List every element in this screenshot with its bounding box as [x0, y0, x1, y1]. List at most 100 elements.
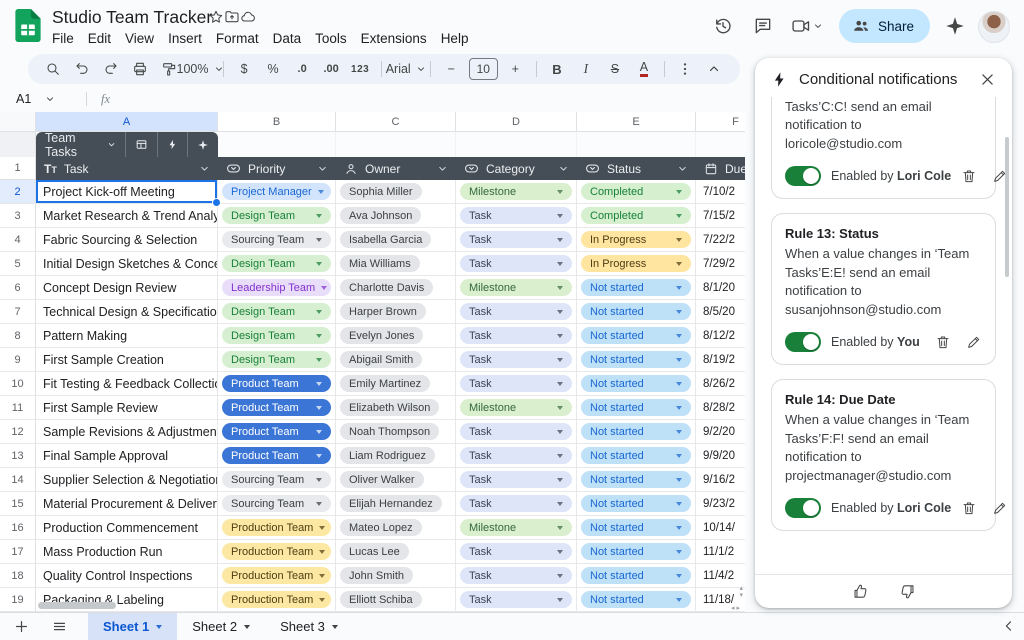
more-formats-button[interactable]: 123 — [347, 57, 374, 81]
chevron-down-icon[interactable] — [199, 163, 210, 174]
cell-status[interactable]: Not started — [577, 444, 696, 468]
priority-pill[interactable]: Project Manager — [222, 183, 331, 200]
priority-pill[interactable]: Sourcing Team — [222, 471, 331, 488]
more-toolbar-button[interactable] — [672, 57, 699, 81]
all-sheets-menu-button[interactable] — [42, 613, 76, 640]
row-header-6[interactable]: 6 — [0, 276, 36, 300]
row-header-5[interactable]: 5 — [0, 252, 36, 276]
cell-task[interactable]: First Sample Creation — [36, 348, 218, 372]
owner-pill[interactable]: Elizabeth Wilson — [340, 399, 439, 416]
cell-owner[interactable]: Elizabeth Wilson — [336, 396, 456, 420]
cell-task[interactable]: Quality Control Inspections — [36, 564, 218, 588]
category-pill[interactable]: Task — [460, 591, 572, 608]
menu-insert[interactable]: Insert — [161, 29, 209, 48]
cell-due-date[interactable]: 9/9/20 — [696, 444, 745, 468]
chevron-down-icon[interactable] — [558, 163, 569, 174]
cell-task[interactable]: Production Commencement — [36, 516, 218, 540]
priority-pill[interactable]: Product Team — [222, 375, 331, 392]
priority-pill[interactable]: Design Team — [222, 255, 331, 272]
cell-status[interactable]: Completed — [577, 180, 696, 204]
cell-owner[interactable]: Isabella Garcia — [336, 228, 456, 252]
cell-status[interactable]: Not started — [577, 324, 696, 348]
cell-category[interactable]: Task — [456, 444, 577, 468]
priority-pill[interactable]: Production Team — [222, 591, 331, 608]
category-pill[interactable]: Milestone — [460, 519, 572, 536]
cell-due-date[interactable]: 11/1/2 — [696, 540, 745, 564]
cell-category[interactable]: Milestone — [456, 276, 577, 300]
cell-category[interactable]: Task — [456, 492, 577, 516]
cell-category[interactable]: Task — [456, 588, 577, 612]
edit-rule-icon[interactable] — [992, 500, 1008, 516]
cell-task[interactable]: Concept Design Review — [36, 276, 218, 300]
cell-due-date[interactable]: 8/5/20 — [696, 300, 745, 324]
cell-due-date[interactable]: 8/12/2 — [696, 324, 745, 348]
cell-priority[interactable]: Project Manager — [218, 180, 336, 204]
priority-pill[interactable]: Design Team — [222, 303, 331, 320]
user-avatar[interactable] — [978, 11, 1010, 43]
cell-category[interactable]: Milestone — [456, 180, 577, 204]
priority-pill[interactable]: Product Team — [222, 447, 331, 464]
rule-enabled-toggle[interactable] — [785, 498, 821, 518]
cell-due-date[interactable]: 7/29/2 — [696, 252, 745, 276]
cell-category[interactable]: Task — [456, 372, 577, 396]
cell-task[interactable]: Mass Production Run — [36, 540, 218, 564]
status-pill[interactable]: In Progress — [581, 231, 691, 248]
cell-task[interactable]: Final Sample Approval — [36, 444, 218, 468]
menu-view[interactable]: View — [118, 29, 161, 48]
owner-pill[interactable]: Mateo Lopez — [340, 519, 422, 536]
menu-file[interactable]: File — [45, 29, 81, 48]
cell-category[interactable]: Task — [456, 468, 577, 492]
owner-pill[interactable]: Lucas Lee — [340, 543, 409, 560]
cell-due-date[interactable]: 8/1/20 — [696, 276, 745, 300]
menu-help[interactable]: Help — [434, 29, 476, 48]
add-sheet-button[interactable] — [4, 613, 38, 640]
cell-task[interactable]: Fit Testing & Feedback Collection — [36, 372, 218, 396]
row-header-10[interactable]: 10 — [0, 372, 36, 396]
cell-due-date[interactable]: 10/14/ — [696, 516, 745, 540]
cell-priority[interactable]: Product Team — [218, 444, 336, 468]
cell-status[interactable]: In Progress — [577, 252, 696, 276]
cell-priority[interactable]: Product Team — [218, 420, 336, 444]
percent-format-button[interactable]: % — [260, 57, 287, 81]
owner-pill[interactable]: Elijah Hernandez — [340, 495, 442, 512]
table-column-header-owner[interactable]: Owner — [336, 157, 456, 180]
menu-data[interactable]: Data — [266, 29, 309, 48]
cell-category[interactable]: Task — [456, 300, 577, 324]
category-pill[interactable]: Task — [460, 207, 572, 224]
category-pill[interactable]: Task — [460, 447, 572, 464]
owner-pill[interactable]: Noah Thompson — [340, 423, 439, 440]
cell-due-date[interactable]: 7/10/2 — [696, 180, 745, 204]
cell-priority[interactable]: Leadership Team — [218, 276, 336, 300]
owner-pill[interactable]: John Smith — [340, 567, 413, 584]
cell-owner[interactable]: Elijah Hernandez — [336, 492, 456, 516]
cell-status[interactable]: Completed — [577, 204, 696, 228]
cell-owner[interactable]: Liam Rodriguez — [336, 444, 456, 468]
cell-category[interactable]: Task — [456, 540, 577, 564]
owner-pill[interactable]: Mia Williams — [340, 255, 420, 272]
status-pill[interactable]: Not started — [581, 279, 691, 296]
delete-rule-icon[interactable] — [935, 334, 951, 350]
cell-priority[interactable]: Production Team — [218, 540, 336, 564]
status-pill[interactable]: In Progress — [581, 255, 691, 272]
sheet-tab-sheet-2[interactable]: Sheet 2 — [177, 613, 265, 640]
rule-enabled-toggle[interactable] — [785, 166, 821, 186]
cell-owner[interactable]: Evelyn Jones — [336, 324, 456, 348]
row-header-16[interactable]: 16 — [0, 516, 36, 540]
column-header-A[interactable]: A — [36, 112, 218, 131]
owner-pill[interactable]: Abigail Smith — [340, 351, 422, 368]
cell-status[interactable]: Not started — [577, 516, 696, 540]
category-pill[interactable]: Milestone — [460, 399, 572, 416]
edit-rule-icon[interactable] — [966, 334, 982, 350]
status-pill[interactable]: Completed — [581, 183, 691, 200]
cell-priority[interactable]: Product Team — [218, 396, 336, 420]
owner-pill[interactable]: Elliott Schiba — [340, 591, 422, 608]
table-name-menu[interactable]: Team Tasks — [36, 132, 126, 157]
increase-font-size-button[interactable]: + — [502, 57, 529, 81]
priority-pill[interactable]: Leadership Team — [222, 279, 331, 296]
menu-extensions[interactable]: Extensions — [354, 29, 434, 48]
cell-due-date[interactable]: 9/16/2 — [696, 468, 745, 492]
sheet-tab-menu-icon[interactable] — [244, 625, 250, 629]
delete-rule-icon[interactable] — [961, 168, 977, 184]
thumbs-up-icon[interactable] — [852, 583, 869, 600]
zoom-select[interactable]: 100% — [184, 57, 216, 81]
